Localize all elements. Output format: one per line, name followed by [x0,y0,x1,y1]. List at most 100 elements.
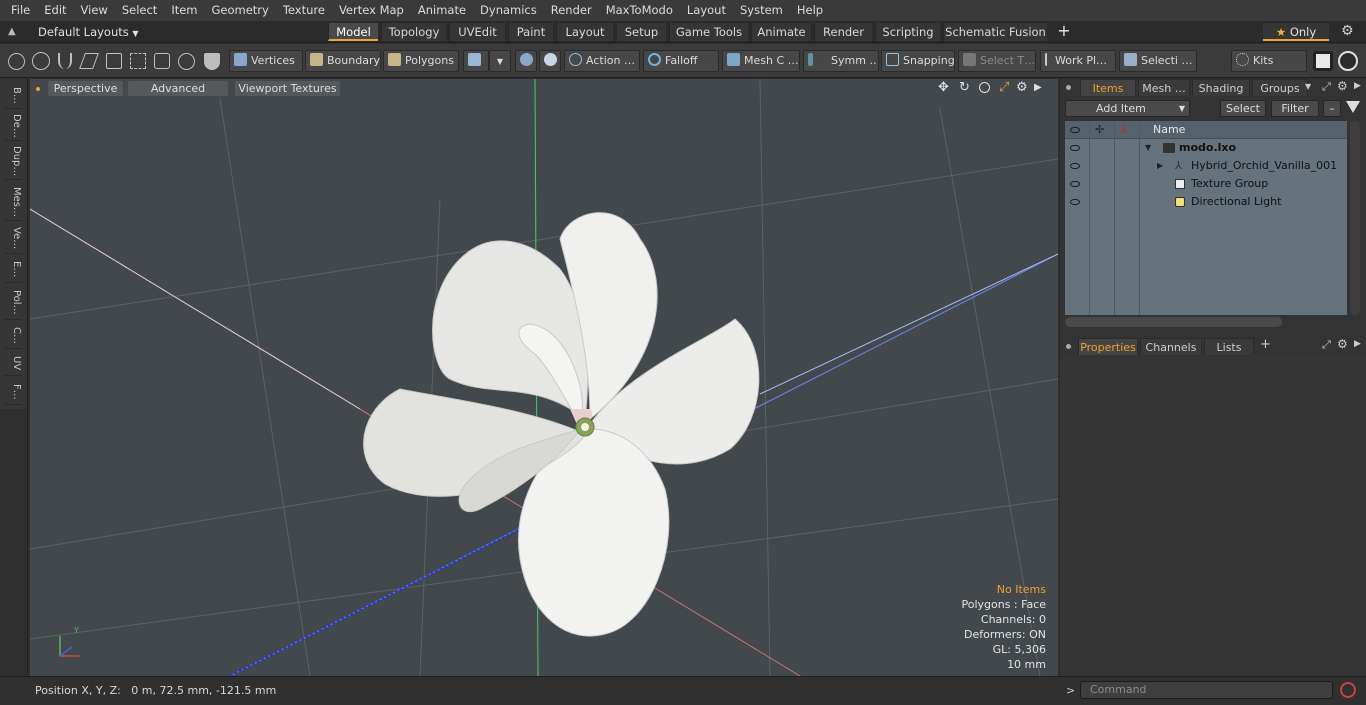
visibility-eye-icon[interactable] [1070,163,1080,169]
falloff-button[interactable]: Falloff [643,50,719,72]
menu-vertex-map[interactable]: Vertex Map [332,0,411,21]
tab-mesh[interactable]: Mesh … [1138,79,1190,96]
tab-animate[interactable]: Animate [751,23,811,41]
gear-icon[interactable]: ⚙ [1341,23,1357,40]
expand-arrow-icon[interactable]: ▼ [1145,139,1151,157]
menu-select[interactable]: Select [115,0,164,21]
left-tab-mesh-edit[interactable]: Mes… [4,183,22,221]
funnel-icon[interactable] [1346,101,1360,113]
zoom-view-icon[interactable] [979,82,990,93]
menu-item[interactable]: Item [164,0,204,21]
unity-icon[interactable] [1313,51,1333,71]
left-tab-vertex[interactable]: Ve… [4,224,22,254]
visibility-eye-icon[interactable] [1070,145,1080,151]
tab-shading[interactable]: Shading [1192,79,1250,96]
tab-uvedit[interactable]: UVEdit [449,23,505,41]
left-tab-curve[interactable]: C… [4,323,22,349]
properties-panel-dot-icon[interactable] [1066,344,1071,349]
menu-file[interactable]: File [4,0,37,21]
properties-gear-icon[interactable]: ⚙ [1337,337,1348,351]
visibility-eye-icon[interactable] [1070,199,1080,205]
viewport-settings-icon[interactable]: ⚙ [1016,81,1030,95]
tab-game-tools[interactable]: Game Tools [669,23,748,41]
tab-model[interactable]: Model [328,23,378,41]
boundary-button[interactable]: Boundary [305,50,381,72]
pivot-button[interactable] [515,50,537,72]
tab-setup[interactable]: Setup [616,23,666,41]
pen-icon[interactable] [58,53,72,69]
action-center-button[interactable]: Action … [564,50,640,72]
menu-geometry[interactable]: Geometry [205,0,276,21]
filter-button[interactable]: Filter [1271,100,1319,117]
menu-system[interactable]: System [733,0,790,21]
only-button[interactable]: ★ Only [1263,23,1329,41]
left-tab-uv[interactable]: UV [4,352,22,376]
render-header-icon[interactable]: ⅄ [1120,123,1127,136]
3d-viewport[interactable]: Y Perspective Advanced Viewport Textures… [30,79,1058,676]
left-tab-deform[interactable]: De… [4,111,22,141]
select-through-button[interactable]: Select T… [958,50,1036,72]
list-item[interactable]: Texture Group [1065,175,1347,193]
polygons-button[interactable]: Polygons [383,50,459,72]
tab-groups[interactable]: Groups [1252,79,1308,96]
command-input[interactable]: Command [1080,681,1333,699]
menu-maxtomodo[interactable]: MaxToModo [599,0,680,21]
unreal-icon[interactable] [1338,51,1358,71]
item-list-scrollbar[interactable] [1065,317,1282,327]
column-name-header[interactable]: Name [1153,121,1185,139]
shield-icon[interactable] [204,53,220,70]
menu-dynamics[interactable]: Dynamics [473,0,544,21]
tab-scripting[interactable]: Scripting [875,23,940,41]
items-gear-icon[interactable]: ⚙ [1337,79,1349,93]
tab-schematic-fusion[interactable]: Schematic Fusion [943,23,1047,41]
expand-icon[interactable]: ⤢ [1322,338,1331,352]
rotate-view-icon[interactable]: ↻ [959,81,973,95]
center-button[interactable] [539,50,561,72]
expand-icon[interactable]: ⤢ [1322,80,1334,94]
chevron-down-icon[interactable]: ▼ [1305,82,1315,91]
tab-paint[interactable]: Paint [508,23,553,41]
item-list-vscroll[interactable] [1350,121,1360,315]
kits-button[interactable]: Kits [1231,50,1307,72]
add-item-button[interactable]: Add Item ▼ [1065,100,1190,117]
mesh-constraint-button[interactable]: Mesh C … [722,50,800,72]
align-icon[interactable] [106,53,122,69]
tab-items[interactable]: Items [1080,79,1136,96]
brush-icon[interactable] [79,53,99,69]
selection-sets-button[interactable]: Selecti … [1119,50,1197,72]
left-tab-basic[interactable]: B… [4,83,22,109]
work-plane-button[interactable]: Work Pl… [1040,50,1116,72]
visibility-header-icon[interactable] [1070,127,1080,133]
expand-arrow-icon[interactable]: ▶ [1157,157,1163,175]
viewport-dot-icon[interactable] [36,87,40,91]
lock-header-icon[interactable]: ✢ [1095,123,1104,136]
list-item[interactable]: Directional Light [1065,193,1347,211]
tab-render[interactable]: Render [814,23,872,41]
default-layouts-dropdown[interactable]: Default Layouts ▼ [38,24,139,40]
list-item[interactable]: ▼ modo.lxo [1065,139,1347,157]
record-icon[interactable] [1340,682,1356,698]
snap-circle-icon[interactable] [178,53,195,70]
menu-help[interactable]: Help [790,0,830,21]
tab-channels[interactable]: Channels [1140,338,1202,355]
visibility-eye-icon[interactable] [1070,181,1080,187]
left-tab-polygon[interactable]: Pol… [4,286,22,320]
transform-icon[interactable] [130,53,146,69]
mode-dropdown[interactable]: ▼ [489,50,511,72]
perspective-button[interactable]: Perspective [48,81,123,96]
symmetry-button[interactable]: Symm … [803,50,879,72]
move-view-icon[interactable]: ✥ [938,81,952,95]
left-tab-fusion[interactable]: F… [4,379,22,405]
layout-toggle-icon[interactable]: ▲ [8,26,20,38]
globe-icon[interactable] [32,52,50,70]
viewport-textures-button[interactable]: Viewport Textures [235,81,340,96]
circle-select-icon[interactable] [8,53,25,70]
tab-topology[interactable]: Topology [381,23,446,41]
left-tab-duplicate[interactable]: Dup… [4,144,22,180]
add-panel-tab-button[interactable]: + [1260,337,1271,352]
snapping-button[interactable]: Snapping [881,50,955,72]
tab-properties[interactable]: Properties [1078,338,1138,355]
menu-animate[interactable]: Animate [411,0,473,21]
advanced-button[interactable]: Advanced [128,81,228,96]
tab-layout[interactable]: Layout [556,23,613,41]
